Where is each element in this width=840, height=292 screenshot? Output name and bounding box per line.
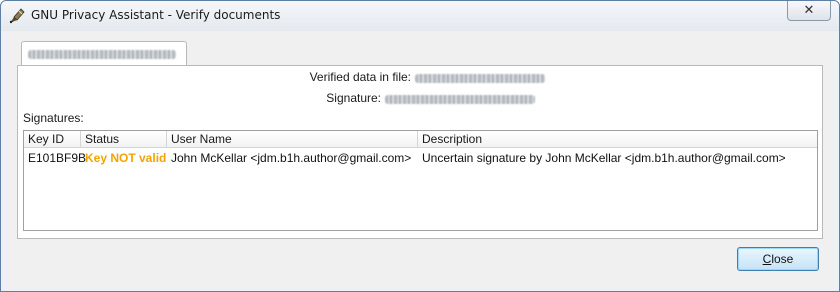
tab-panel: Verified data in file: Signature: Signat… [17,65,823,239]
close-button[interactable]: Close [737,247,819,271]
redacted-verified-path [415,74,545,83]
window-title: GNU Privacy Assistant - Verify documents [31,8,281,22]
cell-description: Uncertain signature by John McKellar <jd… [422,151,786,165]
signatures-list[interactable]: Key ID Status User Name Description E101… [23,130,818,231]
close-button-label: lose [771,252,794,266]
signature-file-label: Signature: [326,91,381,105]
dialog-content: Verified data in file: Signature: Signat… [8,31,832,286]
column-status[interactable]: Status [81,131,167,148]
cell-user-name: John McKellar <jdm.b1h.author@gmail.com> [171,151,412,165]
table-row[interactable]: E101BF9B Key NOT valid John McKellar <jd… [24,148,817,168]
column-user-name[interactable]: User Name [167,131,418,148]
verified-file-label: Verified data in file: [309,70,411,84]
redacted-signature-path [385,95,535,104]
close-button-mnemonic: C [762,252,772,266]
list-header: Key ID Status User Name Description [24,131,817,148]
column-key-id[interactable]: Key ID [24,131,81,148]
redacted-file-path [28,50,176,59]
status-badge: Key NOT valid [85,151,167,165]
signature-file-row: Signature: [18,91,822,107]
cell-key-id: E101BF9B [28,151,87,165]
signatures-label: Signatures: [23,111,84,125]
verified-file-row: Verified data in file: [18,70,822,86]
window-close-button[interactable]: ✕ [787,1,831,21]
close-icon: ✕ [803,3,815,18]
verify-documents-window: GNU Privacy Assistant - Verify documents… [0,0,840,292]
tab-file[interactable] [21,41,187,66]
column-description[interactable]: Description [418,131,817,148]
title-bar[interactable]: GNU Privacy Assistant - Verify documents… [1,1,839,31]
gpa-pen-icon [9,8,25,24]
